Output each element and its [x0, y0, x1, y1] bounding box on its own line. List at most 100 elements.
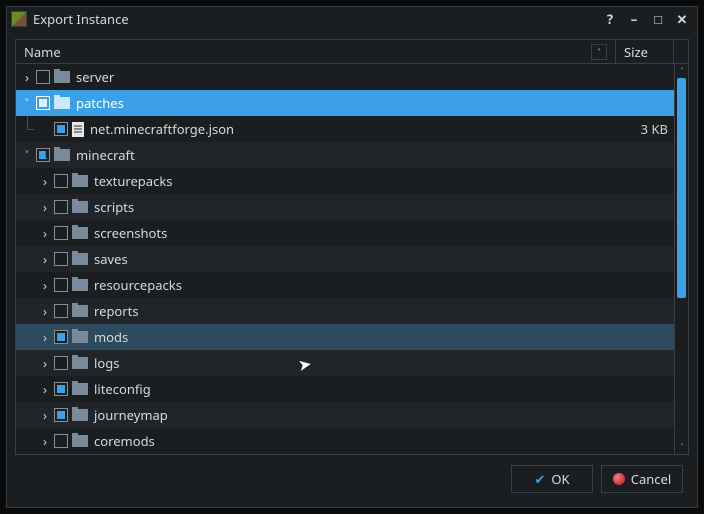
file-tree: Name ˄ Size › server ˅ patches net.minecraft…	[15, 39, 689, 455]
app-icon	[11, 11, 27, 27]
checkbox[interactable]	[54, 382, 68, 396]
tree-row[interactable]: › texturepacks	[16, 168, 674, 194]
tree-row[interactable]: › server	[16, 64, 674, 90]
column-name[interactable]: Name ˄	[16, 40, 616, 64]
button-bar: ✔ OK Cancel	[15, 455, 689, 499]
folder-icon	[54, 149, 70, 161]
chevron-down-icon[interactable]: ˅	[20, 146, 34, 164]
folder-icon	[72, 175, 88, 187]
tree-row-label: texturepacks	[94, 172, 618, 190]
column-size[interactable]: Size	[616, 40, 674, 64]
tree-body[interactable]: › server ˅ patches net.minecraftforge.json3 …	[16, 64, 674, 454]
checkbox[interactable]	[36, 148, 50, 162]
tree-header: Name ˄ Size	[16, 40, 688, 64]
checkbox[interactable]	[54, 408, 68, 422]
scroll-up-icon[interactable]: ˄	[675, 64, 688, 78]
chevron-right-icon[interactable]: ›	[38, 354, 52, 372]
file-icon	[72, 122, 84, 137]
chevron-right-icon[interactable]: ›	[38, 276, 52, 294]
chevron-right-icon[interactable]: ›	[38, 172, 52, 190]
chevron-right-icon[interactable]: ›	[38, 380, 52, 398]
ok-button-label: OK	[551, 470, 569, 488]
tree-row-label: screenshots	[94, 224, 618, 242]
tree-row-label: liteconfig	[94, 380, 618, 398]
checkbox[interactable]	[54, 330, 68, 344]
check-icon: ✔	[534, 470, 545, 488]
checkbox[interactable]	[54, 252, 68, 266]
folder-icon	[72, 279, 88, 291]
tree-row[interactable]: › resourcepacks	[16, 272, 674, 298]
ok-button[interactable]: ✔ OK	[511, 465, 593, 493]
column-name-label: Name	[24, 43, 61, 61]
tree-row-label: saves	[94, 250, 618, 268]
tree-row[interactable]: ›coremods	[16, 428, 674, 454]
checkbox[interactable]	[54, 226, 68, 240]
tree-row[interactable]: ˅ minecraft	[16, 142, 674, 168]
chevron-right-icon[interactable]: ›	[38, 224, 52, 242]
checkbox[interactable]	[36, 70, 50, 84]
tree-row[interactable]: net.minecraftforge.json3 KB	[16, 116, 674, 142]
chevron-right-icon[interactable]: ›	[38, 432, 52, 450]
tree-row-label: net.minecraftforge.json	[90, 120, 618, 138]
tree-row-label: journeymap	[94, 406, 618, 424]
tree-row-label: patches	[76, 94, 618, 112]
window-title: Export Instance	[33, 10, 597, 28]
folder-icon	[72, 435, 88, 447]
folder-icon	[72, 357, 88, 369]
chevron-right-icon[interactable]: ›	[38, 406, 52, 424]
tree-row[interactable]: › reports	[16, 298, 674, 324]
scrollbar-thumb[interactable]	[677, 78, 686, 298]
chevron-down-icon[interactable]: ˅	[20, 94, 34, 112]
tree-row-label: scripts	[94, 198, 618, 216]
folder-icon	[54, 71, 70, 83]
tree-row[interactable]: › journeymap	[16, 402, 674, 428]
checkbox[interactable]	[54, 278, 68, 292]
cancel-button-label: Cancel	[631, 470, 671, 488]
tree-row[interactable]: › screenshots	[16, 220, 674, 246]
folder-icon	[72, 383, 88, 395]
checkbox[interactable]	[54, 304, 68, 318]
tree-row[interactable]: › logs	[16, 350, 674, 376]
close-button[interactable]: ✕	[671, 9, 693, 29]
tree-row[interactable]: › scripts	[16, 194, 674, 220]
folder-icon	[72, 201, 88, 213]
scroll-down-icon[interactable]: ˅	[675, 440, 688, 454]
vertical-scrollbar[interactable]: ˄ ˅	[674, 64, 688, 454]
tree-row[interactable]: › liteconfig	[16, 376, 674, 402]
checkbox[interactable]	[54, 174, 68, 188]
maximize-button[interactable]: □	[647, 9, 669, 29]
chevron-right-icon[interactable]: ›	[38, 328, 52, 346]
tree-row-label: logs	[94, 354, 618, 372]
tree-row-size: 3 KB	[618, 120, 668, 138]
folder-icon	[72, 409, 88, 421]
folder-icon	[72, 331, 88, 343]
export-instance-window: Export Instance ? – □ ✕ Name ˄ Size › ser…	[6, 6, 698, 508]
tree-row[interactable]: › saves	[16, 246, 674, 272]
cancel-icon	[613, 473, 625, 485]
content-area: Name ˄ Size › server ˅ patches net.minecraft…	[7, 31, 697, 507]
folder-icon	[72, 227, 88, 239]
folder-icon	[72, 253, 88, 265]
tree-row-label: reports	[94, 302, 618, 320]
titlebar: Export Instance ? – □ ✕	[7, 7, 697, 31]
chevron-right-icon[interactable]: ›	[38, 198, 52, 216]
checkbox[interactable]	[54, 200, 68, 214]
tree-row-label: minecraft	[76, 146, 618, 164]
chevron-right-icon[interactable]: ›	[20, 68, 34, 86]
checkbox[interactable]	[36, 96, 50, 110]
tree-row-label: resourcepacks	[94, 276, 618, 294]
minimize-button[interactable]: –	[623, 9, 645, 29]
help-button[interactable]: ?	[599, 9, 621, 29]
checkbox[interactable]	[54, 356, 68, 370]
tree-row[interactable]: ˅ patches	[16, 90, 674, 116]
column-size-label: Size	[624, 43, 648, 61]
checkbox[interactable]	[54, 122, 68, 136]
tree-row-label: server	[76, 68, 618, 86]
cancel-button[interactable]: Cancel	[601, 465, 683, 493]
sort-indicator-icon[interactable]: ˄	[591, 44, 607, 60]
tree-row[interactable]: ›mods	[16, 324, 674, 350]
folder-icon	[54, 97, 70, 109]
checkbox[interactable]	[54, 434, 68, 448]
chevron-right-icon[interactable]: ›	[38, 302, 52, 320]
chevron-right-icon[interactable]: ›	[38, 250, 52, 268]
